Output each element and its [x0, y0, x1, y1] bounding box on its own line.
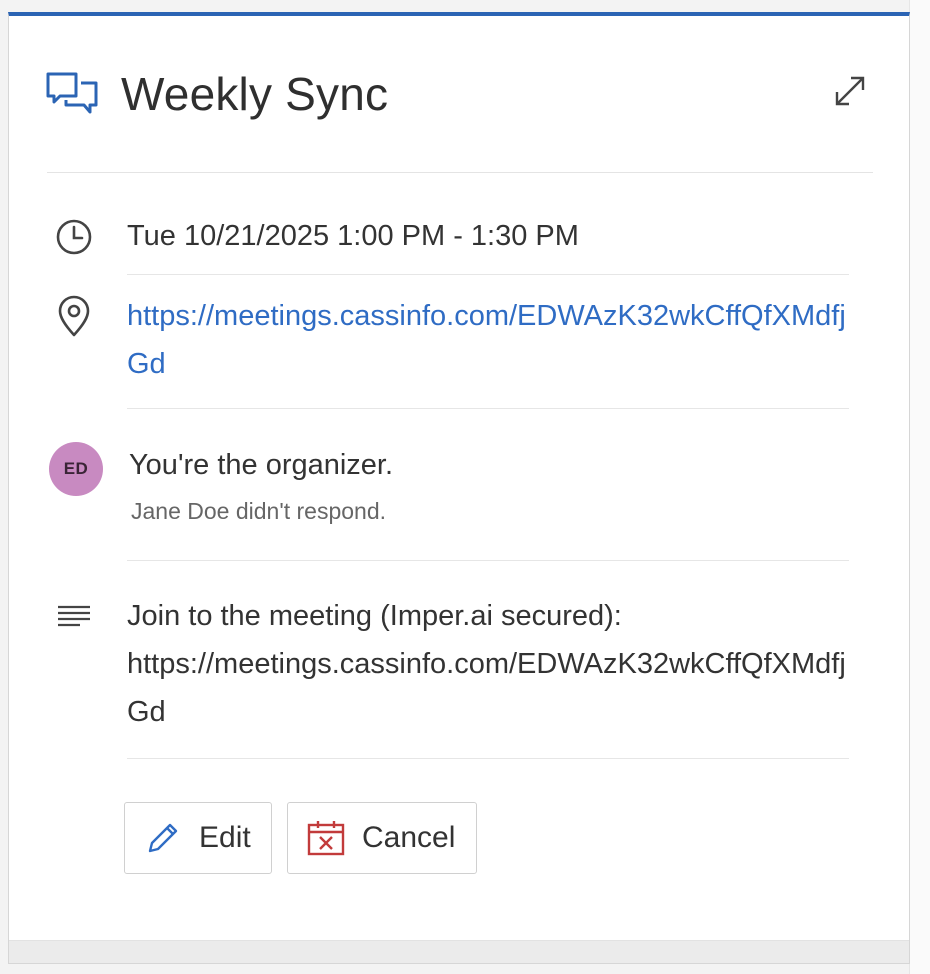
- card-footer: [9, 940, 909, 963]
- event-header: Weekly Sync: [45, 56, 875, 132]
- description-line: Join to the meeting (Imper.ai secured):: [127, 600, 622, 632]
- header-divider: [47, 172, 873, 173]
- divider: [127, 758, 849, 759]
- location-link[interactable]: https://meetings.cassinfo.com/EDWAzK32wk…: [127, 300, 846, 380]
- organizer-status: You're the organizer.: [129, 449, 394, 481]
- event-peek-card: Weekly Sync Tue 10/21/2025 1:00 PM - 1:3…: [8, 12, 910, 964]
- time-row: Tue 10/21/2025 1:00 PM - 1:30 PM: [49, 212, 849, 268]
- description-row: Join to the meeting (Imper.ai secured): …: [49, 592, 849, 742]
- expand-button[interactable]: [825, 66, 875, 116]
- avatar[interactable]: ED: [49, 442, 103, 496]
- attendee-response: Jane Doe didn't respond.: [131, 498, 387, 524]
- chat-bubbles-icon: [45, 66, 101, 122]
- divider: [127, 274, 849, 275]
- cancel-button[interactable]: Cancel: [287, 802, 477, 874]
- location-link-container: https://meetings.cassinfo.com/EDWAzK32wk…: [127, 292, 849, 388]
- attendees-row: ED You're the organizer. Jane Doe didn't…: [49, 442, 849, 542]
- description-url: https://meetings.cassinfo.com/EDWAzK32wk…: [127, 648, 846, 728]
- clock-icon: [49, 212, 99, 262]
- calendar-cancel-icon: [306, 818, 346, 858]
- location-pin-icon: [49, 292, 99, 342]
- location-row: https://meetings.cassinfo.com/EDWAzK32wk…: [49, 292, 849, 396]
- background-calendar-strip: [909, 0, 930, 974]
- event-time: Tue 10/21/2025 1:00 PM - 1:30 PM: [127, 220, 579, 252]
- description-text: Join to the meeting (Imper.ai secured): …: [127, 592, 849, 736]
- edit-button[interactable]: Edit: [124, 802, 272, 874]
- event-title: Weekly Sync: [121, 68, 389, 120]
- text-lines-icon: [49, 592, 99, 642]
- divider: [127, 408, 849, 409]
- expand-icon: [835, 76, 865, 106]
- divider: [127, 560, 849, 561]
- pencil-icon: [143, 818, 183, 858]
- page-background: Weekly Sync Tue 10/21/2025 1:00 PM - 1:3…: [0, 0, 930, 974]
- edit-label: Edit: [199, 821, 251, 854]
- cancel-label: Cancel: [362, 821, 456, 854]
